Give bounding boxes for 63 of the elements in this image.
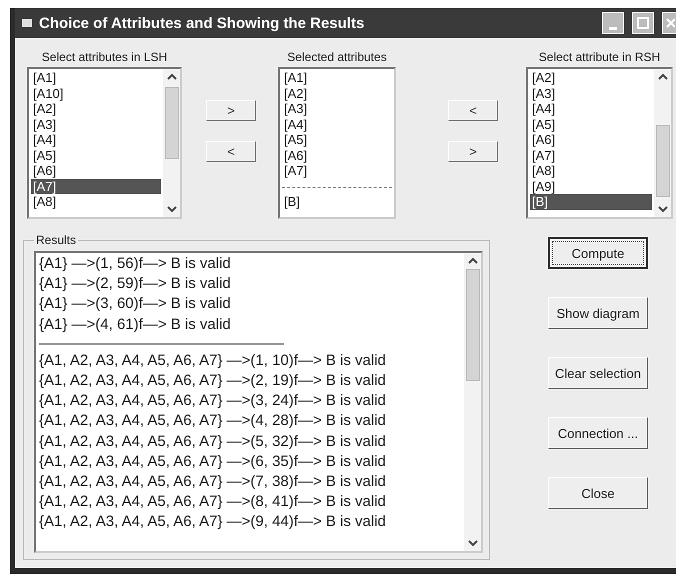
list-label: Select attributes in LSH <box>42 50 168 64</box>
action-button[interactable]: Close <box>548 477 648 509</box>
list-item[interactable]: [A1] <box>31 70 161 86</box>
result-line: {A1, A2, A3, A4, A5, A6, A7} —>(4, 28)f—> B is valid <box>39 411 387 432</box>
window-title: Choice of Attributes and Showing the Results <box>39 14 366 32</box>
result-line: {A1, A2, A3, A4, A5, A6, A7} —>(5, 32)f—> B is valid <box>39 432 387 452</box>
list-item[interactable]: [A7] <box>31 178 161 194</box>
list-item[interactable]: [A1] <box>282 70 392 86</box>
result-line: {A1} —>(3, 60)f—> B is valid <box>39 294 232 314</box>
result-line: {A1, A2, A3, A4, A5, A6, A7} —>(8, 41)f—> B is valid <box>39 492 387 512</box>
result-line: {A1, A2, A3, A4, A5, A6, A7} —>(3, 24)f—> B is valid <box>39 391 387 412</box>
result-line: {A1, A2, A3, A4, A5, A6, A7} —>(9, 44)f—> B is valid <box>39 512 387 532</box>
result-line: {A1, A2, A3, A4, A5, A6, A7} —>(6, 35)f—> B is valid <box>39 452 387 472</box>
list-item[interactable]: [A6] <box>31 163 161 178</box>
result-line: {A1, A2, A3, A4, A5, A6, A7} —>(7, 38)f—> B is valid <box>39 472 387 492</box>
attribute-list[interactable]: [A2] [A3] [A4] [A5] [A6] [A7] [A8] [A9] [B] <box>526 67 673 219</box>
scroll-thumb[interactable] <box>164 87 178 159</box>
result-line: {A1} —>(2, 59)f—> B is valid <box>39 274 232 294</box>
close-icon <box>664 17 674 29</box>
list-item[interactable]: [A5] <box>31 148 161 163</box>
list-item[interactable]: [A2] <box>530 70 652 86</box>
group-label: Results <box>35 233 78 247</box>
action-button[interactable]: Connection ... <box>548 417 648 449</box>
list-label: Selected attributes <box>287 50 387 64</box>
move-button[interactable]: > <box>448 141 498 162</box>
result-line: {A1, A2, A3, A4, A5, A6, A7} —>(2, 19)f—> B is valid <box>39 371 387 392</box>
list-item[interactable]: [A9] <box>530 178 652 194</box>
list-item[interactable]: [A2] <box>282 86 392 101</box>
minimize-icon <box>609 26 617 30</box>
list-item[interactable]: [A3] <box>31 116 161 132</box>
maximize-icon <box>637 17 649 29</box>
list-item[interactable]: [A8] <box>31 194 161 210</box>
result-line: {A1} —>(1, 56)f—> B is valid <box>39 254 232 274</box>
attribute-list[interactable]: [A1] [A2] [A3] [A4] [A5] [A6] [A7] [B] <box>278 67 396 219</box>
action-button[interactable]: Compute <box>548 237 648 269</box>
window-icon <box>21 18 33 28</box>
move-button[interactable]: > <box>206 100 256 121</box>
scroll-thumb[interactable] <box>656 125 670 197</box>
list-item[interactable]: [B] <box>282 194 392 209</box>
list-item[interactable]: [A7] <box>282 163 392 178</box>
list-item[interactable]: [A6] <box>282 148 392 163</box>
list-item[interactable]: [A4] <box>530 101 652 116</box>
action-button[interactable]: Show diagram <box>548 297 648 329</box>
list-item[interactable]: [A5] <box>282 132 392 148</box>
list-item[interactable]: [A2] <box>31 101 161 116</box>
move-button[interactable]: < <box>448 100 498 121</box>
list-item[interactable]: [A8] <box>530 163 652 178</box>
list-item[interactable]: [A4] <box>282 116 392 132</box>
list-item[interactable]: [A7] <box>530 148 652 163</box>
attribute-list[interactable]: [A1] [A10] [A2] [A3] [A4] [A5] [A6] [A7] [A8] <box>27 67 182 219</box>
list-label: Select attribute in RSH <box>538 50 660 64</box>
list-item[interactable]: [A10] <box>31 86 161 101</box>
scroll-thumb[interactable] <box>466 269 480 381</box>
result-line: {A1, A2, A3, A4, A5, A6, A7} —>(1, 10)f—> B is valid <box>39 350 387 371</box>
result-line: {A1} —>(4, 61)f—> B is valid <box>39 314 232 335</box>
list-item[interactable]: [A3] <box>530 86 652 101</box>
move-button[interactable]: < <box>206 141 256 162</box>
list-item[interactable]: [A4] <box>31 132 161 148</box>
list-item[interactable]: [A6] <box>530 132 652 148</box>
list-item[interactable]: [A3] <box>282 101 392 116</box>
list-item[interactable]: [B] <box>530 194 652 210</box>
list-item[interactable]: [A5] <box>530 116 652 132</box>
action-button[interactable]: Clear selection <box>548 357 648 389</box>
